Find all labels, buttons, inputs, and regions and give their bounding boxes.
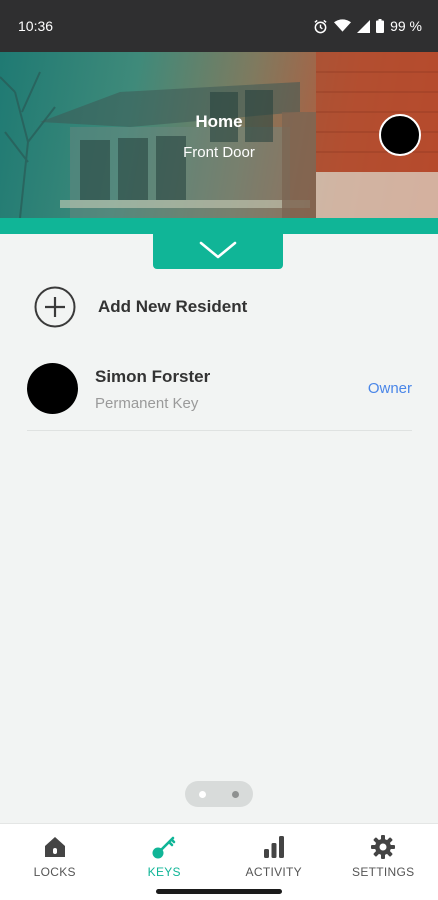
- alarm-icon: [314, 19, 327, 33]
- nav-label-activity: ACTIVITY: [245, 865, 302, 879]
- lock-name: Front Door: [183, 144, 255, 161]
- profile-avatar[interactable]: [379, 114, 421, 156]
- status-icons: 99 %: [313, 18, 422, 34]
- nav-label-keys: KEYS: [147, 865, 181, 879]
- lock-group-title: Home: [195, 112, 243, 131]
- status-bar: 10:36 99 %: [0, 0, 438, 52]
- battery-icon: [376, 19, 385, 33]
- home-gesture-bar[interactable]: [156, 889, 282, 894]
- bottom-nav: LOCKS KEYS ACTIVITY SETTINGS: [0, 823, 438, 883]
- nav-tab-keys[interactable]: KEYS: [110, 824, 220, 883]
- house-icon: [44, 837, 65, 857]
- expand-toggle-button[interactable]: [153, 230, 283, 269]
- resident-key-type: Permanent Key: [95, 395, 199, 412]
- add-resident-button[interactable]: Add New Resident: [34, 286, 247, 328]
- add-resident-label: Add New Resident: [98, 297, 248, 316]
- resident-avatar: [27, 363, 78, 414]
- battery-percent: 99 %: [390, 18, 422, 34]
- page-dot-1[interactable]: [199, 790, 206, 798]
- resident-role-link[interactable]: Owner: [368, 380, 412, 397]
- resident-name: Simon Forster: [95, 367, 211, 386]
- nav-tab-activity[interactable]: ACTIVITY: [219, 824, 329, 883]
- page-dot-2[interactable]: [232, 790, 239, 798]
- status-time: 10:36: [18, 18, 54, 34]
- gear-icon: [371, 835, 396, 859]
- gesture-area: [0, 883, 438, 900]
- bar-chart-icon: [263, 836, 284, 858]
- nav-tab-locks[interactable]: LOCKS: [0, 824, 110, 883]
- signal-icon: [357, 19, 371, 33]
- nav-label-settings: SETTINGS: [352, 865, 415, 879]
- page-indicator[interactable]: [185, 781, 253, 807]
- add-circle-icon: [34, 286, 76, 328]
- key-icon: [152, 836, 176, 859]
- chevron-down-icon: [199, 241, 237, 258]
- nav-label-locks: LOCKS: [33, 865, 76, 879]
- nav-tab-settings[interactable]: SETTINGS: [329, 824, 438, 883]
- building-photo: [0, 52, 438, 218]
- wifi-icon: [334, 19, 352, 32]
- resident-list-item[interactable]: Simon Forster Permanent Key Owner: [27, 360, 412, 431]
- lock-header: Home Front Door: [0, 52, 438, 218]
